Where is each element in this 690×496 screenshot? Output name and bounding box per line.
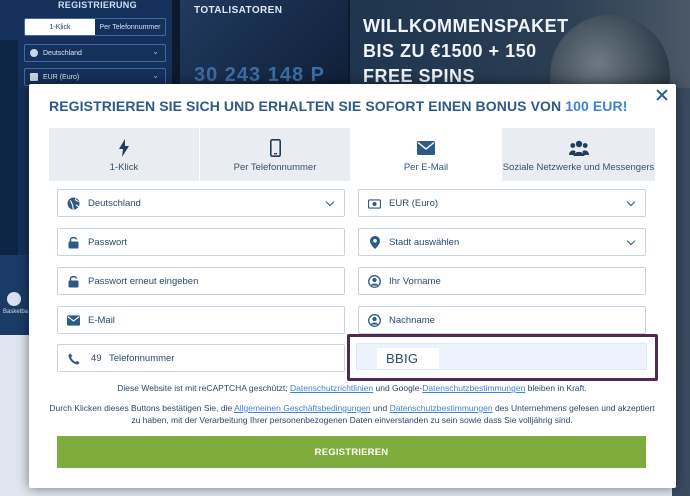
phone-icon (67, 352, 80, 365)
tab-social[interactable]: Soziale Netzwerke und Messengers (502, 128, 655, 181)
sidebar-tab-1-klick[interactable]: 1-Klick (25, 19, 95, 35)
recaptcha-notice: Diese Website ist mit reCAPTCHA geschütz… (49, 382, 655, 394)
first-name-placeholder: Ihr Vorname (389, 275, 441, 287)
tab-label: Soziale Netzwerke und Messengers (502, 162, 655, 173)
location-pin-icon (368, 236, 381, 249)
recaptcha-text: Diese Website ist mit reCAPTCHA geschütz… (117, 383, 290, 393)
recaptcha-text: und Google- (373, 383, 423, 393)
password-repeat-field[interactable]: Passwort erneut eingeben (57, 267, 345, 295)
envelope-icon (67, 314, 80, 327)
user-icon (368, 314, 381, 327)
terms-text: und (370, 403, 390, 413)
modal-title: REGISTRIEREN SIE SICH UND ERHALTEN SIE S… (49, 98, 628, 114)
promo-code-field[interactable]: BBIG (356, 343, 647, 370)
sidebar-tab-phone[interactable]: Per Telefonnummer (95, 19, 165, 35)
phone-country-code[interactable]: 49 (91, 353, 102, 364)
terms-text: Durch Klicken dieses Buttons bestätigen … (49, 403, 235, 413)
envelope-icon (417, 139, 435, 157)
recaptcha-text: bleiben in Kraft. (525, 383, 587, 393)
sidebar-tabs: 1-Klick Per Telefonnummer (24, 18, 166, 36)
phone-placeholder: Telefonnummer (109, 352, 175, 364)
city-placeholder: Stadt auswählen (389, 236, 460, 248)
last-name-field[interactable]: Nachname (358, 306, 646, 334)
close-icon[interactable] (654, 87, 670, 103)
tab-1-klick[interactable]: 1-Klick (49, 128, 200, 181)
password-placeholder: Passwort (88, 236, 128, 248)
chevron-down-icon (627, 238, 636, 247)
lock-icon (67, 236, 80, 249)
chevron-down-icon (627, 199, 636, 208)
globe-icon (30, 49, 38, 57)
sidebar-title: REGISTRIERUNG (58, 0, 137, 10)
tab-phone[interactable]: Per Telefonnummer (200, 128, 351, 181)
lightning-icon (119, 139, 129, 157)
smartphone-icon (269, 139, 281, 157)
country-select[interactable]: Deutschland (57, 189, 345, 217)
basketball-icon (7, 292, 21, 306)
globe-icon (67, 197, 80, 210)
google-privacy-link[interactable]: Datenschutzbestimmungen (422, 383, 525, 393)
privacy-policy-link[interactable]: Datenschutzrichtlinien (290, 383, 373, 393)
chevron-down-icon: ⌄ (152, 47, 159, 56)
tab-label: Per Telefonnummer (233, 162, 317, 173)
registration-modal: REGISTRIEREN SIE SICH UND ERHALTEN SIE S… (29, 84, 676, 488)
tab-label: 1-Klick (109, 162, 139, 173)
sidebar-country-select[interactable]: Deutschland ⌄ (24, 44, 166, 62)
email-placeholder: E-Mail (88, 314, 115, 326)
terms-notice: Durch Klicken dieses Buttons bestätigen … (49, 402, 655, 426)
chevron-down-icon: ⌄ (152, 71, 159, 80)
basketball-menu-item[interactable]: Basketba (3, 292, 29, 322)
password-field[interactable]: Passwort (57, 228, 345, 256)
promo-line-2: BIS ZU €1500 + 150 (363, 41, 537, 61)
tab-label: Per E-Mail (403, 162, 449, 173)
tab-email[interactable]: Per E-Mail (351, 128, 502, 181)
modal-title-text: REGISTRIEREN SIE SICH UND ERHALTEN SIE S… (49, 98, 566, 114)
welcome-package-banner[interactable]: WILLKOMMENSPAKET BIS ZU €1500 + 150 FREE… (350, 0, 690, 135)
email-field[interactable]: E-Mail (57, 306, 345, 334)
currency-select[interactable]: EUR (Euro) (358, 189, 646, 217)
phone-field[interactable]: 49 Telefonnummer (57, 344, 345, 372)
modal-title-bonus: 100 EUR! (565, 98, 628, 114)
promo-code-value: BBIG (377, 348, 439, 369)
terms-link[interactable]: Allgemeinen Geschäftsbedingungen (234, 403, 371, 413)
sidebar-country-value: Deutschland (43, 49, 82, 57)
sidebar-currency-value: EUR (Euro) (43, 73, 80, 81)
currency-value: EUR (Euro) (389, 197, 439, 209)
promo-line-1: WILLKOMMENSPAKET (363, 16, 569, 36)
banknote-icon (368, 197, 381, 210)
people-icon (568, 139, 589, 157)
promo-code-highlight: BBIG (347, 334, 658, 381)
country-value: Deutschland (88, 197, 141, 209)
password-repeat-placeholder: Passwort erneut eingeben (88, 275, 199, 287)
user-icon (368, 275, 381, 288)
left-strip (0, 40, 18, 255)
lock-icon (67, 275, 80, 288)
totalisator-title: TOTALISATOREN (194, 5, 283, 16)
privacy-link[interactable]: Datenschutzbestimmungen (390, 403, 493, 413)
city-select[interactable]: Stadt auswählen (358, 228, 646, 256)
totalisator-banner[interactable]: TOTALISATOREN 30 243 148 P (180, 0, 348, 88)
basketball-label: Basketba (3, 309, 29, 315)
last-name-placeholder: Nachname (389, 314, 435, 326)
currency-icon (30, 73, 38, 81)
registration-tabs: 1-Klick Per Telefonnummer Per E-Mail Soz… (49, 128, 655, 181)
first-name-field[interactable]: Ihr Vorname (358, 267, 646, 295)
register-button[interactable]: REGISTRIEREN (57, 436, 646, 468)
chevron-down-icon (326, 199, 335, 208)
